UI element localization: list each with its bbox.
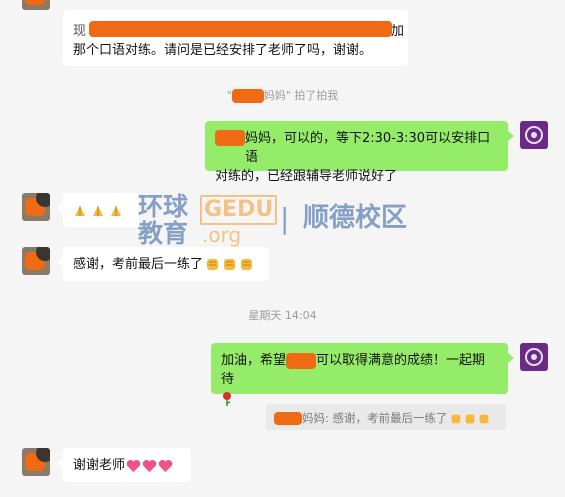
fist-emoji: [462, 411, 476, 425]
message-bubble-outgoing[interactable]: 妈妈，可以的，等下2:30-3:30可以安排口语 对练的，已经跟辅导老师说好了: [205, 121, 508, 184]
heart-emoji: [157, 458, 173, 473]
pray-emoji: [109, 203, 123, 218]
fist-emoji: [203, 257, 220, 272]
pat-text: 妈妈" 拍了拍我: [263, 89, 339, 102]
contact-avatar[interactable]: [22, 247, 50, 275]
timestamp: 星期天 14:04: [248, 309, 317, 322]
logo-icon: [525, 126, 543, 144]
pray-emoji: [91, 203, 109, 218]
fist-emoji: [237, 257, 254, 272]
self-avatar[interactable]: [520, 343, 548, 371]
quoted-message[interactable]: 妈妈: 感谢，考前最后一练了: [266, 404, 506, 430]
message-text: 加油，希望: [221, 353, 287, 368]
message-text: 对练的，已经跟辅导老师说好了: [215, 169, 398, 184]
watermark-cn-bottom: 教育: [138, 219, 189, 248]
watermark-gedu: GEDU: [200, 195, 278, 225]
contact-avatar[interactable]: [22, 193, 50, 221]
self-avatar[interactable]: [520, 121, 548, 149]
contact-avatar[interactable]: [22, 0, 50, 10]
pat-notification: " 妈妈" 拍了拍我: [0, 87, 565, 103]
fist-emoji: [220, 257, 237, 272]
redaction-mark: [231, 89, 264, 103]
message-bubble-incoming[interactable]: 现 加 那个口语对练。请问是已经安排了老师了吗，谢谢。: [63, 10, 408, 66]
message-text: 谢谢老师: [73, 458, 126, 473]
redaction-mark: [286, 352, 317, 369]
contact-avatar[interactable]: [22, 448, 50, 476]
fist-emoji: [448, 411, 462, 425]
message-bubble-incoming[interactable]: 感谢，考前最后一练了: [63, 247, 269, 281]
message-bubble-incoming[interactable]: [63, 193, 139, 227]
watermark-campus: 顺德校区: [303, 203, 408, 233]
message-bubble-outgoing[interactable]: 加油，希望 可以取得满意的成绩！一起期待: [211, 343, 508, 406]
watermark: 环球 教育 GEDU .org | 顺德校区: [138, 193, 438, 251]
message-bubble-incoming[interactable]: 谢谢老师: [63, 448, 191, 482]
message-text: 那个口语对练。请问是已经安排了老师了吗，谢谢。: [73, 43, 373, 58]
message-text: 加: [391, 24, 405, 39]
redaction-mark: [274, 412, 302, 425]
redaction-mark: [215, 130, 245, 146]
redaction-mark: [89, 21, 392, 37]
pray-emoji: [73, 203, 91, 218]
watermark-org: .org: [202, 223, 242, 247]
pat-quote-mark: ": [226, 89, 232, 102]
message-text: 感谢，考前最后一练了: [73, 257, 204, 272]
quoted-text: 妈妈: 感谢，考前最后一练了: [302, 411, 448, 425]
heart-emoji: [125, 458, 141, 473]
message-text: 妈妈，可以的，等下2:30-3:30可以安排口语: [245, 131, 491, 165]
fist-emoji: [476, 411, 490, 425]
logo-icon: [525, 348, 543, 366]
watermark-divider: |: [280, 202, 290, 235]
watermark-cn-top: 环球: [138, 192, 189, 221]
heart-emoji: [141, 458, 157, 473]
